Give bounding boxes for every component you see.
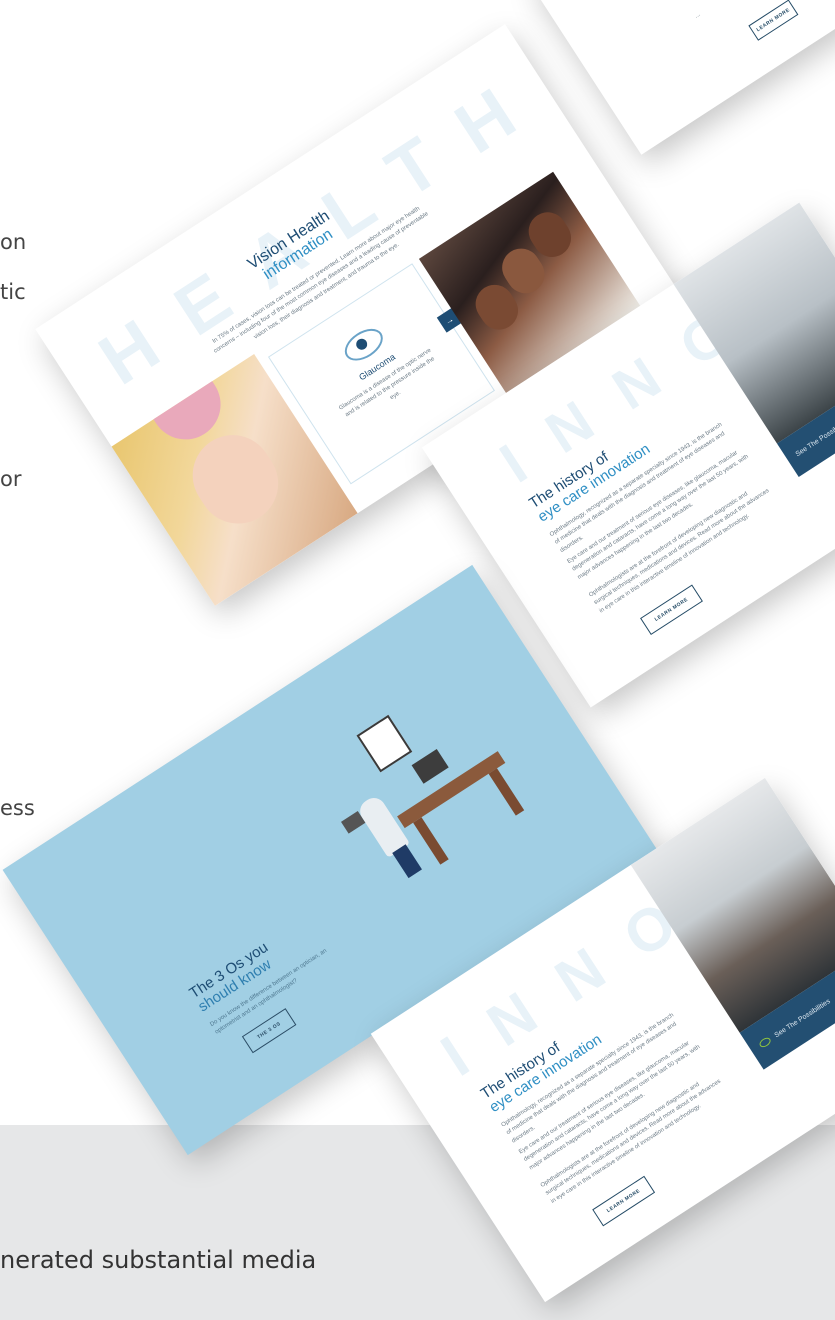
see-possibilities-label-bottom: See The Possibilities bbox=[773, 997, 832, 1039]
top-card-learn-more-button[interactable]: LEARN MORE bbox=[748, 0, 799, 41]
eye-logo-icon bbox=[757, 1035, 773, 1050]
eye-exam-illustration bbox=[306, 665, 558, 911]
desk-leg-right bbox=[488, 768, 525, 816]
side-text-fragment-1: on bbox=[0, 230, 27, 254]
innovation-bottom-learn-more-button[interactable]: LEARN MORE bbox=[592, 1175, 656, 1227]
eye-chart bbox=[356, 714, 413, 773]
monitor bbox=[411, 748, 449, 784]
innovation-learn-more-button[interactable]: LEARN MORE bbox=[640, 584, 703, 636]
doctor-legs bbox=[392, 844, 422, 879]
eye-exam-photo bbox=[673, 202, 835, 444]
side-text-fragment-2: tic bbox=[0, 280, 26, 304]
side-text-fragment-4: ess bbox=[0, 796, 35, 820]
desk-leg-left bbox=[413, 817, 449, 865]
side-text-fragment-3: or bbox=[0, 467, 22, 491]
bottom-text-fragment: nerated substantial media bbox=[0, 1246, 317, 1274]
